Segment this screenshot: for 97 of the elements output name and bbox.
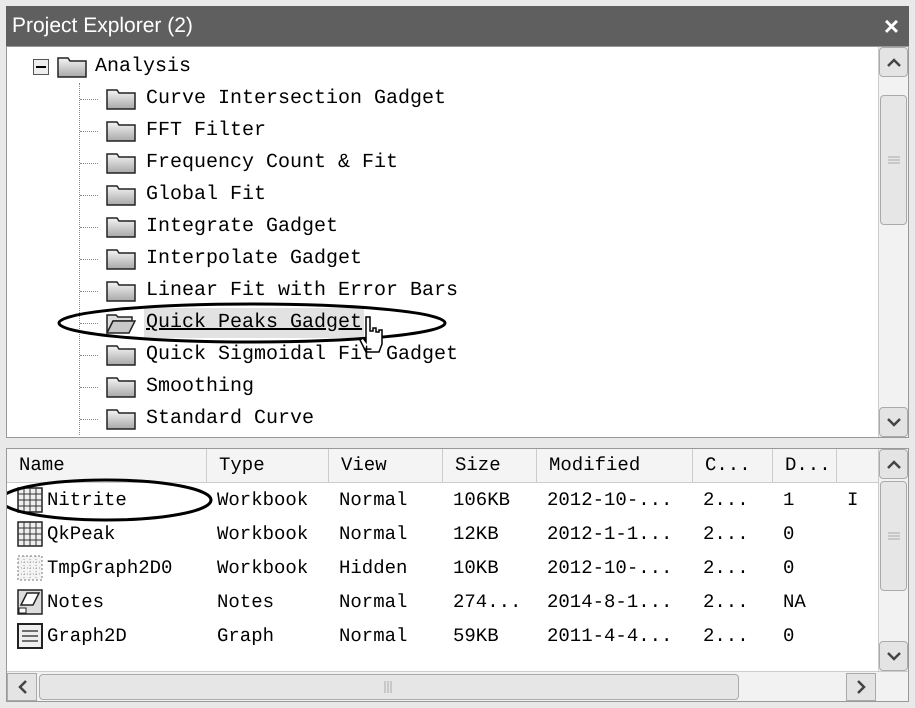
folder-icon: [106, 280, 136, 302]
open-folder-icon: [106, 312, 136, 334]
folder-icon: [106, 216, 136, 238]
tree-item[interactable]: Quick Sigmoidal Fit Gadget: [144, 340, 460, 370]
table-cell-text: I: [847, 488, 858, 513]
tree-item[interactable]: Integrate Gadget: [144, 212, 340, 242]
column-header[interactable]: Modified: [537, 449, 693, 482]
table-cell-text: Normal: [339, 522, 408, 547]
table-cell-text: 0: [783, 522, 794, 547]
table-cell-text: 2...: [703, 590, 749, 615]
window-title: Project Explorer (2): [12, 13, 193, 40]
table-cell: TmpGraph2D0: [17, 554, 172, 582]
table-cell: Nitrite: [17, 486, 127, 514]
chevron-up-icon: [886, 58, 900, 66]
table-cell-text: Notes: [217, 590, 274, 615]
table-cell-text: Graph: [217, 624, 274, 649]
column-header[interactable]: Name: [7, 449, 207, 482]
table-cell-text: 2012-10-...: [547, 556, 672, 581]
scroll-down-button[interactable]: [879, 407, 908, 437]
scroll-thumb[interactable]: [880, 95, 907, 225]
table-cell-text: 59KB: [453, 624, 499, 649]
tree-item[interactable]: Analysis: [95, 52, 192, 82]
table-cell-text: 12KB: [453, 522, 499, 547]
table-cell-text: 2014-8-1...: [547, 590, 672, 615]
chevron-down-icon: [886, 418, 900, 426]
table-cell-text: 0: [783, 624, 794, 649]
minus-icon: [36, 66, 46, 68]
table-cell: Notes: [17, 588, 104, 616]
folder-icon: [106, 184, 136, 206]
grid-icon: [17, 521, 43, 547]
tree-item[interactable]: Frequency Count & Fit: [144, 148, 400, 178]
table-cell-text: 2...: [703, 488, 749, 513]
table-cell-text: Workbook: [217, 522, 308, 547]
folder-icon: [57, 56, 87, 78]
table-cell-text: 10KB: [453, 556, 499, 581]
folder-icon: [106, 88, 136, 110]
column-header[interactable]: Type: [207, 449, 329, 482]
chevron-right-icon: [856, 680, 866, 694]
grip-icon: [384, 680, 394, 692]
table-cell-text: Hidden: [339, 556, 408, 581]
scroll-thumb[interactable]: [880, 481, 907, 591]
notepad-icon: [17, 589, 43, 615]
chevron-up-icon: [886, 460, 900, 468]
grip-icon: [888, 156, 900, 164]
scroll-thumb[interactable]: [39, 674, 739, 700]
tree-item[interactable]: Curve Intersection Gadget: [144, 84, 448, 114]
folder-icon: [106, 248, 136, 270]
scroll-up-button[interactable]: [879, 47, 908, 77]
collapse-toggle[interactable]: [33, 59, 49, 75]
column-header[interactable]: Size: [443, 449, 537, 482]
table-cell-text: Normal: [339, 590, 408, 615]
folder-icon: [106, 152, 136, 174]
column-header[interactable]: View: [329, 449, 443, 482]
table-cell-text: Workbook: [217, 488, 308, 513]
scroll-left-button[interactable]: [7, 672, 37, 700]
table-cell-text: 2012-10-...: [547, 488, 672, 513]
tree-item[interactable]: Interpolate Gadget: [144, 244, 364, 274]
tree-item[interactable]: Standard Curve: [144, 404, 316, 434]
table-cell-text: 274...: [453, 590, 522, 615]
tree-item[interactable]: FFT Filter: [144, 116, 268, 146]
column-header[interactable]: D...: [773, 449, 837, 482]
table-cell-text: 2...: [703, 522, 749, 547]
folder-icon: [106, 408, 136, 430]
table-cell-text: 0: [783, 556, 794, 581]
scroll-right-button[interactable]: [846, 672, 876, 700]
table-cell-text: 2012-1-1...: [547, 522, 672, 547]
table-cell: Graph2D: [17, 622, 127, 650]
chevron-left-icon: [18, 680, 26, 694]
scroll-down-button[interactable]: [879, 641, 908, 671]
table-cell-text: 2...: [703, 556, 749, 581]
table-cell: QkPeak: [17, 520, 116, 548]
table-cell-text: NA: [783, 590, 806, 615]
grip-icon: [888, 532, 900, 540]
scroll-up-button[interactable]: [879, 449, 908, 479]
graph-window-icon: [17, 623, 43, 649]
table-cell-text: 2...: [703, 624, 749, 649]
grid-icon: [17, 487, 43, 513]
close-button[interactable]: ×: [880, 13, 903, 39]
table-cell-text: 2011-4-4...: [547, 624, 672, 649]
folder-icon: [106, 120, 136, 142]
folder-icon: [106, 376, 136, 398]
tree-item[interactable]: Smoothing: [144, 372, 256, 402]
table-cell-text: 1: [783, 488, 794, 513]
vertical-scrollbar[interactable]: [878, 47, 908, 437]
dotted-grid-icon: [17, 555, 43, 581]
table-cell-text: 106KB: [453, 488, 510, 513]
column-header[interactable]: C...: [693, 449, 773, 482]
tree-item[interactable]: Quick Peaks Gadget: [144, 308, 364, 338]
table-cell-text: Normal: [339, 624, 408, 649]
tree-item[interactable]: Linear Fit with Error Bars: [144, 276, 460, 306]
table-cell-text: Normal: [339, 488, 408, 513]
folder-icon: [106, 344, 136, 366]
horizontal-scrollbar[interactable]: [7, 671, 908, 701]
table-cell-text: Workbook: [217, 556, 308, 581]
vertical-scrollbar[interactable]: [878, 449, 908, 671]
tree-item[interactable]: Global Fit: [144, 180, 268, 210]
chevron-down-icon: [886, 652, 900, 660]
